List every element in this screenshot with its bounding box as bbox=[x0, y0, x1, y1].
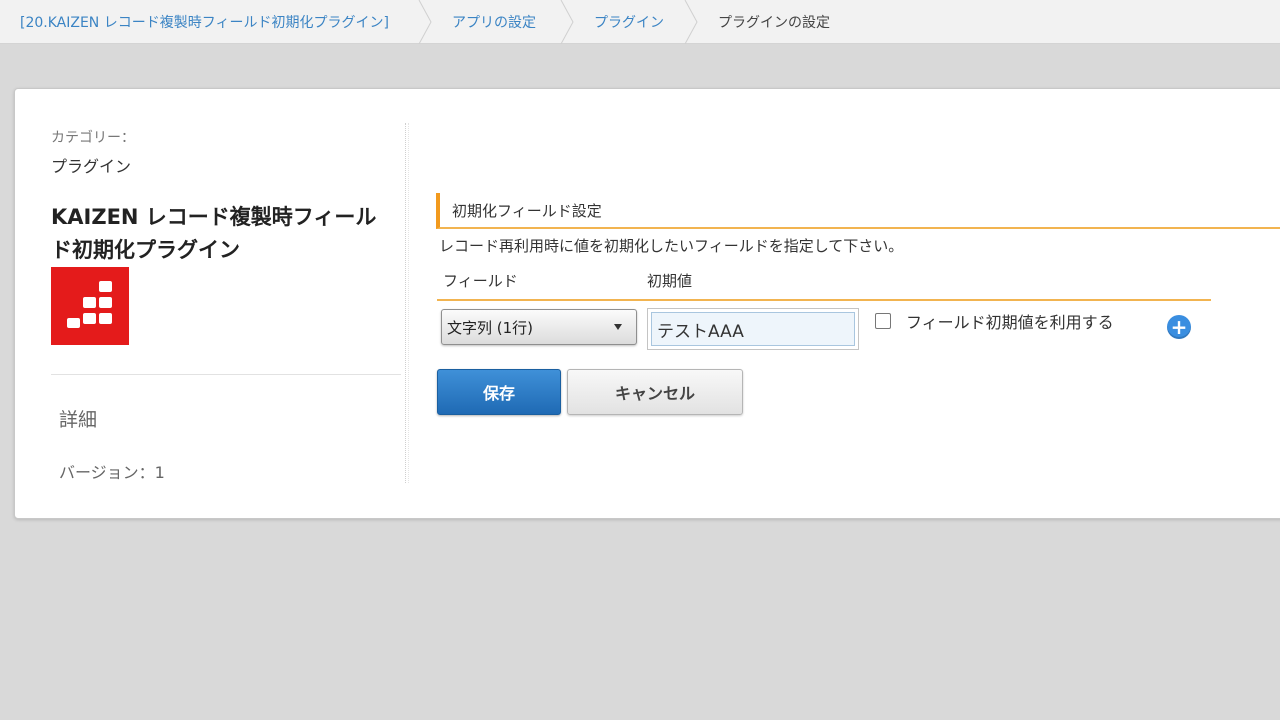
column-header-field: フィールド bbox=[443, 272, 518, 290]
section-description: レコード再利用時に値を初期化したいフィールドを指定して下さい。 bbox=[439, 237, 904, 255]
field-select[interactable]: 文字列 (1行) bbox=[441, 309, 637, 345]
use-initial-value-label[interactable]: フィールド初期値を利用する bbox=[906, 309, 1114, 333]
breadcrumb-current: プラグインの設定 bbox=[698, 0, 856, 43]
plugin-settings-card: カテゴリー： プラグイン KAIZEN レコード複製時フィールド初期化プラグイン… bbox=[14, 88, 1280, 519]
breadcrumb: [20.KAIZEN レコード複製時フィールド初期化プラグイン] アプリの設定 … bbox=[0, 0, 1280, 44]
kaizen-logo-icon bbox=[67, 281, 112, 328]
plugin-logo bbox=[51, 267, 129, 345]
breadcrumb-current-label: プラグインの設定 bbox=[718, 14, 830, 31]
plugin-info-panel: カテゴリー： プラグイン KAIZEN レコード複製時フィールド初期化プラグイン… bbox=[15, 89, 407, 518]
column-header-initial-value: 初期値 bbox=[647, 272, 693, 290]
column-divider bbox=[405, 123, 409, 483]
initial-value-input[interactable]: テストAAA bbox=[647, 308, 859, 350]
category-label: カテゴリー： bbox=[51, 130, 135, 146]
breadcrumb-plugins-label: プラグイン bbox=[594, 14, 664, 31]
dropdown-arrow-icon bbox=[614, 324, 622, 330]
breadcrumb-app-settings-label: アプリの設定 bbox=[452, 14, 536, 31]
use-initial-value-checkbox[interactable] bbox=[875, 313, 891, 329]
save-button[interactable]: 保存 bbox=[437, 369, 561, 415]
header-divider bbox=[437, 299, 1211, 301]
breadcrumb-plugins-link[interactable]: プラグイン bbox=[574, 0, 698, 44]
chevron-right-icon bbox=[684, 0, 698, 44]
chevron-right-icon bbox=[560, 0, 574, 44]
breadcrumb-app-link[interactable]: [20.KAIZEN レコード複製時フィールド初期化プラグイン] bbox=[0, 0, 432, 44]
breadcrumb-app-settings-link[interactable]: アプリの設定 bbox=[432, 0, 574, 44]
add-row-button[interactable]: + bbox=[1167, 315, 1191, 339]
divider bbox=[51, 374, 401, 375]
plus-circle-icon: + bbox=[1170, 315, 1188, 339]
cancel-button[interactable]: キャンセル bbox=[567, 369, 743, 415]
chevron-right-icon bbox=[418, 0, 432, 44]
category-value: プラグイン bbox=[51, 157, 132, 176]
initial-value-text: テストAAA bbox=[651, 312, 855, 346]
breadcrumb-app-label: [20.KAIZEN レコード複製時フィールド初期化プラグイン] bbox=[20, 14, 389, 31]
version-text: バージョン：1 bbox=[59, 463, 165, 482]
field-select-value: 文字列 (1行) bbox=[447, 318, 534, 337]
section-title: 初期化フィールド設定 bbox=[436, 193, 1280, 229]
detail-heading: 詳細 bbox=[59, 409, 98, 431]
plugin-title: KAIZEN レコード複製時フィールド初期化プラグイン bbox=[51, 205, 377, 262]
